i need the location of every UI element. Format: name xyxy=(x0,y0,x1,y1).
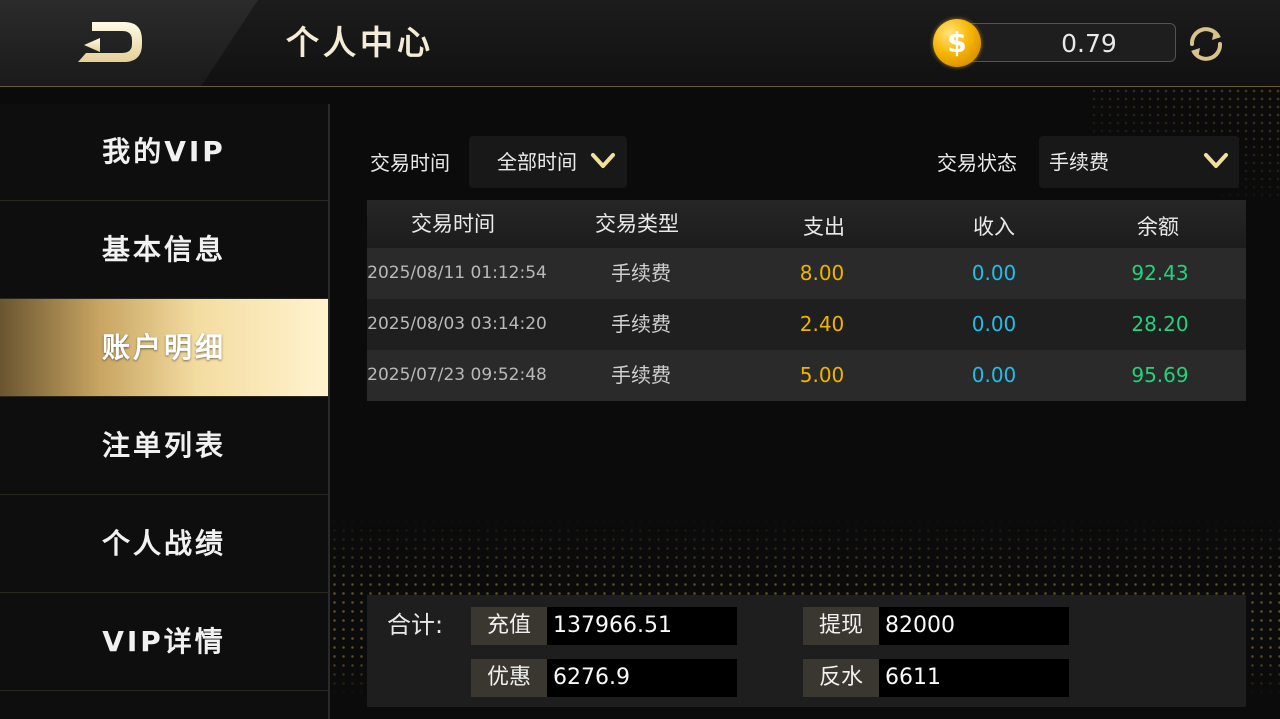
sidebar-item-basic-info[interactable]: 基本信息 xyxy=(0,201,328,299)
table-header: 交易时间 交易类型 支出 收入 余额 xyxy=(367,200,1246,249)
refresh-icon xyxy=(1190,27,1222,61)
sidebar-item-label: 基本信息 xyxy=(101,233,226,266)
cell-type: 手续费 xyxy=(611,261,671,285)
sidebar-item-vip-details[interactable]: VIP详情 xyxy=(0,593,328,691)
cell-balance: 92.43 xyxy=(1131,261,1189,285)
sidebar-item-personal-record[interactable]: 个人战绩 xyxy=(0,495,328,593)
withdraw-label: 提现 xyxy=(803,607,879,645)
column-header: 收入 xyxy=(973,215,1015,239)
back-button[interactable] xyxy=(72,14,152,70)
table-row: 2025/07/23 09:52:48 手续费 5.00 0.00 95.69 xyxy=(367,350,1246,401)
table-row: 2025/08/11 01:12:54 手续费 8.00 0.00 92.43 xyxy=(367,248,1246,299)
rebate-value: 6611 xyxy=(879,659,1069,697)
column-header: 余额 xyxy=(1137,215,1179,239)
table-row: 2025/08/03 03:14:20 手续费 2.40 0.00 28.20 xyxy=(367,299,1246,350)
top-bar: 个人中心 0.79 $ xyxy=(0,0,1280,87)
sidebar-item-label: 账户明细 xyxy=(101,331,226,364)
cell-type: 手续费 xyxy=(611,312,671,336)
refresh-button[interactable] xyxy=(1184,22,1228,66)
cell-time: 2025/07/23 09:52:48 xyxy=(367,365,547,385)
sidebar-item-label: 个人战绩 xyxy=(101,527,226,560)
transactions-table: 交易时间 交易类型 支出 收入 余额 2025/08/11 01:12:54 手… xyxy=(367,200,1246,401)
status-filter-label: 交易状态 xyxy=(937,151,1017,175)
cell-expense: 8.00 xyxy=(799,261,845,285)
sidebar-item-account-details[interactable]: 账户明细 xyxy=(0,299,328,397)
coin-icon: $ xyxy=(933,19,981,67)
time-filter-value: 全部时间 xyxy=(497,150,577,174)
cell-income: 0.00 xyxy=(971,312,1017,336)
cell-type: 手续费 xyxy=(611,363,671,387)
summary-panel: 合计: 充值 137966.51 提现 82000 优惠 6276.9 反水 6… xyxy=(367,595,1246,707)
sidebar-item-bet-list[interactable]: 注单列表 xyxy=(0,397,328,495)
bonus-label: 优惠 xyxy=(471,659,547,697)
main-content: 交易时间 全部时间 交易状态 手续费 交易时间 交易类型 支出 收入 余额 20… xyxy=(330,87,1280,719)
cell-time: 2025/08/03 03:14:20 xyxy=(367,314,547,334)
rebate-label: 反水 xyxy=(803,659,879,697)
recharge-value: 137966.51 xyxy=(547,607,737,645)
cell-time: 2025/08/11 01:12:54 xyxy=(367,263,547,283)
time-filter-select[interactable]: 全部时间 xyxy=(469,136,627,188)
cell-income: 0.00 xyxy=(971,363,1017,387)
column-header: 支出 xyxy=(803,215,845,239)
time-filter-label: 交易时间 xyxy=(370,151,450,175)
back-icon xyxy=(78,22,142,62)
bonus-value: 6276.9 xyxy=(547,659,737,697)
page-title: 个人中心 xyxy=(286,23,434,62)
withdraw-value: 82000 xyxy=(879,607,1069,645)
sidebar-nav: 我的VIP 基本信息 账户明细 注单列表 个人战绩 VIP详情 xyxy=(0,104,330,719)
sidebar-item-label: 我的VIP xyxy=(102,135,226,168)
chevron-down-icon xyxy=(1204,153,1228,168)
status-filter-value: 手续费 xyxy=(1049,150,1109,174)
sidebar-item-label: VIP详情 xyxy=(102,625,226,658)
cell-expense: 2.40 xyxy=(799,312,845,336)
cell-expense: 5.00 xyxy=(799,363,845,387)
column-header: 交易类型 xyxy=(595,212,679,236)
summary-title: 合计: xyxy=(387,611,444,639)
sidebar-item-label: 注单列表 xyxy=(101,429,226,462)
recharge-label: 充值 xyxy=(471,607,547,645)
cell-balance: 28.20 xyxy=(1131,312,1189,336)
cell-income: 0.00 xyxy=(971,261,1017,285)
sidebar-item-my-vip[interactable]: 我的VIP xyxy=(0,104,328,201)
column-header: 交易时间 xyxy=(411,212,495,236)
cell-balance: 95.69 xyxy=(1131,363,1189,387)
status-filter-select[interactable]: 手续费 xyxy=(1039,136,1239,188)
balance-display: 0.79 xyxy=(962,23,1176,62)
chevron-down-icon xyxy=(591,153,615,168)
